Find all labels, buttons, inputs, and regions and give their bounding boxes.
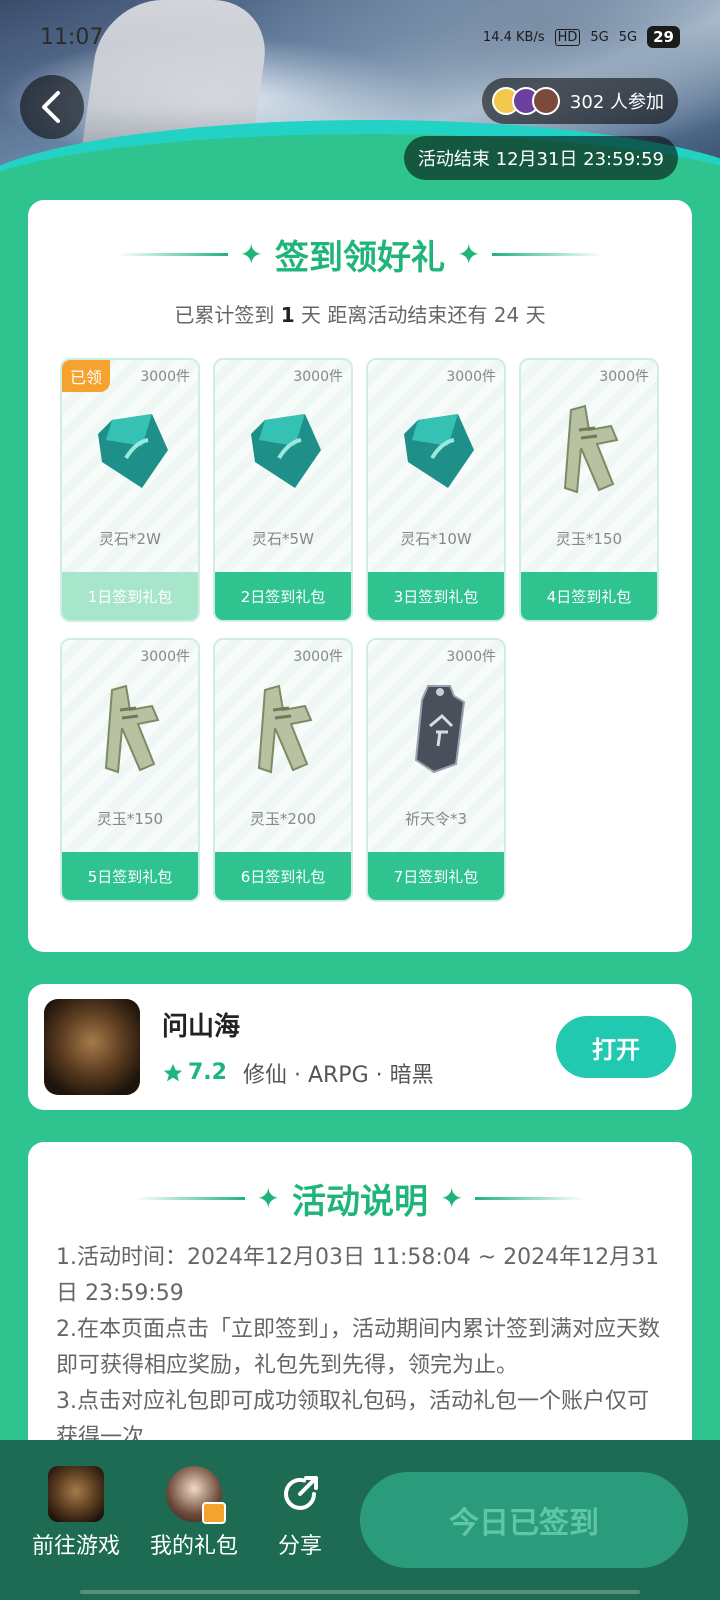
sparkle-icon: ✦ [440, 1182, 464, 1215]
game-tags: 修仙 · ARPG · 暗黑 [242, 1062, 434, 1088]
gift-stock: 3000件 [446, 369, 496, 385]
sky-token-icon [414, 685, 466, 774]
signed-today-button[interactable]: 今日已签到 [360, 1472, 688, 1568]
divider-line [475, 1197, 586, 1200]
home-indicator [80, 1590, 640, 1594]
open-game-button[interactable]: 打开 [556, 1016, 676, 1078]
participant-avatars [491, 87, 560, 115]
game-info: 问山海 7.2 修仙 · ARPG · 暗黑 [162, 1006, 556, 1089]
gift-item-name: 灵玉*150 [555, 530, 623, 548]
divider-line [117, 253, 228, 256]
gift-label: 3日签到礼包 [368, 572, 504, 620]
signal-icon-sim2: 5G [618, 29, 638, 45]
participants-count: 302 人参加 [569, 92, 664, 113]
description-title-text: 活动说明 [292, 1182, 428, 1222]
back-button[interactable] [20, 75, 84, 139]
description-title: ✦ 活动说明 ✦ [28, 1174, 692, 1223]
signin-progress: 已累计签到 1 天 距离活动结束还有 24 天 [28, 299, 692, 328]
gift-card-day4[interactable]: 3000件 灵玉*150 4日签到礼包 [519, 358, 659, 622]
spirit-jade-icon [257, 684, 313, 774]
spirit-jade-icon [563, 404, 619, 494]
gift-card-day3[interactable]: 3000件 灵石*10W 3日签到礼包 [366, 358, 506, 622]
gift-card-day2[interactable]: 3000件 灵石*5W 2日签到礼包 [213, 358, 353, 622]
gift-label: 4日签到礼包 [521, 572, 657, 620]
rating-value: 7.2 [188, 1060, 227, 1085]
progress-days: 1 [280, 303, 295, 327]
game-card[interactable]: 问山海 7.2 修仙 · ARPG · 暗黑 打开 [28, 984, 692, 1110]
gift-card-day1[interactable]: 3000件 已领 灵石*2W 1日签到礼包 [60, 358, 200, 622]
star-icon [163, 1063, 183, 1081]
signal-icon-sim1: 5G [590, 29, 609, 45]
spirit-stone-icon [98, 414, 168, 488]
divider-line [134, 1197, 245, 1200]
participants-badge[interactable]: 302 人参加 [481, 78, 678, 124]
gift-card-day5[interactable]: 3000件 灵玉*150 5日签到礼包 [60, 638, 200, 902]
gift-item-name: 灵玉*200 [249, 810, 317, 828]
status-bar: 11:07 14.4 KB/s HD 5G 5G 29 [40, 22, 680, 52]
goto-game-label: 前往游戏 [32, 1534, 121, 1559]
gift-card-day7[interactable]: 3000件 祈天令*3 7日签到礼包 [366, 638, 506, 902]
spirit-stone-icon [404, 414, 474, 488]
gift-label: 7日签到礼包 [368, 852, 504, 900]
spirit-jade-icon [104, 684, 160, 774]
share-button[interactable]: 分享 [272, 1466, 328, 1560]
description-text: 1.活动时间：2024年12月03日 11:58:04 ~ 2024年12月31… [56, 1240, 664, 1456]
sparkle-icon: ✦ [239, 238, 263, 271]
gift-stock: 3000件 [446, 649, 496, 665]
net-speed: 14.4 KB/s [482, 29, 545, 45]
progress-suffix: 天 距离活动结束还有 24 天 [294, 303, 546, 327]
status-icons: 14.4 KB/s HD 5G 5G 29 [483, 26, 680, 48]
gift-item-name: 灵石*10W [400, 530, 472, 548]
status-time: 11:07 [40, 24, 104, 50]
description-line-1: 1.活动时间：2024年12月03日 11:58:04 ~ 2024年12月31… [56, 1245, 660, 1306]
my-gifts-label: 我的礼包 [150, 1534, 239, 1559]
sparkle-icon: ✦ [256, 1182, 280, 1215]
gift-label: 1日签到礼包 [62, 572, 198, 620]
divider-line [492, 253, 603, 256]
gift-label: 2日签到礼包 [215, 572, 351, 620]
description-card: ✦ 活动说明 ✦ 1.活动时间：2024年12月03日 11:58:04 ~ 2… [28, 1142, 692, 1462]
gift-stock: 3000件 [140, 649, 190, 665]
gift-stock: 3000件 [599, 369, 649, 385]
signin-title-text: 签到领好礼 [275, 238, 445, 278]
gift-avatar-icon [166, 1466, 226, 1524]
chevron-left-icon [42, 91, 60, 123]
gift-stock: 3000件 [140, 369, 190, 385]
gift-box-icon [202, 1502, 226, 1524]
battery-icon: 29 [647, 26, 680, 48]
game-rating: 7.2 [162, 1060, 227, 1085]
gift-label: 6日签到礼包 [215, 852, 351, 900]
gift-item-name: 祈天令*3 [404, 810, 468, 828]
activity-end-time: 活动结束 12月31日 23:59:59 [403, 136, 678, 180]
spirit-stone-icon [251, 414, 321, 488]
game-icon [44, 999, 140, 1095]
claimed-badge: 已领 [62, 360, 111, 392]
my-gifts-button[interactable]: 我的礼包 [150, 1466, 238, 1560]
sparkle-icon: ✦ [457, 238, 481, 271]
gift-item-name: 灵石*2W [99, 530, 161, 548]
signin-title: ✦ 签到领好礼 ✦ [28, 230, 692, 279]
gift-card-day6[interactable]: 3000件 灵玉*200 6日签到礼包 [213, 638, 353, 902]
gift-stock: 3000件 [293, 649, 343, 665]
share-label: 分享 [277, 1534, 322, 1559]
signin-card: ✦ 签到领好礼 ✦ 已累计签到 1 天 距离活动结束还有 24 天 3000件 … [28, 200, 692, 952]
share-icon [272, 1466, 328, 1522]
game-name: 问山海 [162, 1011, 241, 1042]
gift-label: 5日签到礼包 [62, 852, 198, 900]
progress-prefix: 已累计签到 [174, 303, 281, 327]
gift-item-name: 灵玉*150 [96, 810, 164, 828]
game-meta: 7.2 修仙 · ARPG · 暗黑 [162, 1057, 556, 1089]
description-line-2: 2.在本页面点击「立即签到」，活动期间内累计签到满对应天数即可获得相应奖励，礼包… [56, 1317, 660, 1378]
goto-game-button[interactable]: 前往游戏 [32, 1466, 120, 1560]
hd-icon: HD [554, 28, 581, 46]
bottom-action-bar: 前往游戏 我的礼包 分享 今日已签到 [0, 1440, 720, 1600]
gift-item-name: 灵石*5W [252, 530, 314, 548]
game-icon [48, 1466, 104, 1522]
gift-stock: 3000件 [293, 369, 343, 385]
gift-grid: 3000件 已领 灵石*2W 1日签到礼包 3000件 灵石*5W 2日签到礼包… [60, 358, 660, 902]
avatar [531, 87, 560, 115]
